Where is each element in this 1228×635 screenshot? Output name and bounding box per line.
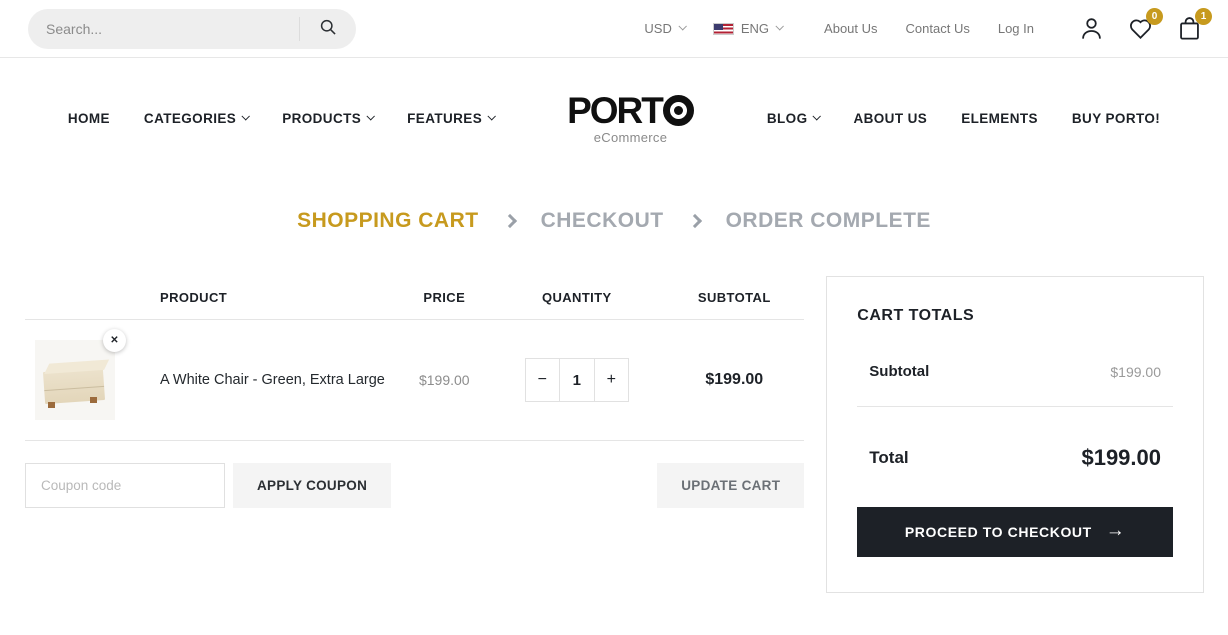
account-button[interactable] — [1078, 15, 1105, 42]
subtotal-label: Subtotal — [869, 363, 929, 380]
chevron-right-icon — [503, 214, 517, 228]
nav-item-elements[interactable]: ELEMENTS — [961, 111, 1038, 126]
update-cart-button[interactable]: UPDATE CART — [657, 463, 804, 508]
cart-table: PRODUCT PRICE QUANTITY SUBTOTAL ✕ A Whit… — [25, 276, 804, 508]
checkout-button-label: PROCEED TO CHECKOUT — [905, 524, 1092, 540]
step-order-complete[interactable]: ORDER COMPLETE — [726, 209, 931, 233]
chevron-down-icon — [488, 112, 496, 120]
contact-us-link[interactable]: Contact Us — [906, 21, 970, 36]
language-label: ENG — [741, 21, 769, 36]
main-header: HOME CATEGORIES PRODUCTS FEATURES PORT e… — [0, 58, 1228, 178]
chevron-down-icon — [776, 22, 784, 30]
search-input[interactable] — [28, 21, 299, 37]
language-selector[interactable]: ENG — [713, 21, 782, 36]
close-icon: ✕ — [110, 336, 118, 346]
nav-item-categories[interactable]: CATEGORIES — [144, 111, 248, 126]
chevron-down-icon — [813, 112, 821, 120]
total-row: Total $199.00 — [857, 445, 1173, 471]
cart-totals-title: CART TOTALS — [857, 307, 1173, 325]
total-value: $199.00 — [1081, 445, 1161, 471]
apply-coupon-button[interactable]: APPLY COUPON — [233, 463, 391, 508]
chevron-right-icon — [688, 214, 702, 228]
topbar-right: USD ENG About Us Contact Us Log In — [616, 15, 1203, 42]
subtotal-row: Subtotal $199.00 — [857, 363, 1173, 380]
search-bar[interactable] — [28, 9, 356, 49]
search-button[interactable] — [300, 9, 356, 49]
nav-item-features[interactable]: FEATURES — [407, 111, 494, 126]
checkout-steps: SHOPPING CART CHECKOUT ORDER COMPLETE — [0, 206, 1228, 236]
cart-totals-panel: CART TOTALS Subtotal $199.00 Total $199.… — [826, 276, 1204, 593]
coupon-row: APPLY COUPON UPDATE CART — [25, 463, 804, 508]
about-us-link[interactable]: About Us — [824, 21, 877, 36]
search-icon — [318, 17, 338, 40]
nav-item-buy-porto[interactable]: BUY PORTO! — [1072, 111, 1160, 126]
cart-item-row: ✕ A White Chair - Green, Extra Large $19… — [25, 320, 804, 441]
us-flag-icon — [713, 23, 734, 35]
logo-o-icon — [663, 95, 694, 126]
quantity-decrease-button[interactable]: − — [526, 359, 559, 401]
nav-item-products[interactable]: PRODUCTS — [282, 111, 373, 126]
header-price: PRICE — [423, 290, 465, 305]
proceed-to-checkout-button[interactable]: PROCEED TO CHECKOUT → — [857, 507, 1173, 557]
logo-subtitle: eCommerce — [567, 130, 694, 145]
nav-item-blog[interactable]: BLOG — [767, 111, 820, 126]
wishlist-button[interactable]: 0 — [1127, 15, 1154, 42]
divider — [857, 406, 1173, 407]
cart-count-badge: 1 — [1195, 8, 1212, 25]
user-icon — [1078, 15, 1105, 42]
nav-left: HOME CATEGORIES PRODUCTS FEATURES — [51, 111, 511, 126]
login-link[interactable]: Log In — [998, 21, 1034, 36]
arrow-right-icon: → — [1106, 520, 1126, 542]
main-content: PRODUCT PRICE QUANTITY SUBTOTAL ✕ A Whit… — [0, 276, 1228, 593]
product-name-link[interactable]: A White Chair - Green, Extra Large — [160, 372, 399, 388]
header-product: PRODUCT — [160, 290, 399, 305]
chevron-down-icon — [367, 112, 375, 120]
step-shopping-cart[interactable]: SHOPPING CART — [297, 209, 479, 233]
remove-item-button[interactable]: ✕ — [103, 329, 126, 352]
chevron-down-icon — [678, 22, 686, 30]
cart-table-header: PRODUCT PRICE QUANTITY SUBTOTAL — [25, 276, 804, 320]
chevron-down-icon — [242, 112, 250, 120]
nav-item-home[interactable]: HOME — [68, 111, 110, 126]
product-subtotal: $199.00 — [705, 371, 763, 389]
nav-item-about-us[interactable]: ABOUT US — [853, 111, 927, 126]
wishlist-count-badge: 0 — [1146, 8, 1163, 25]
logo-text: PORT — [567, 92, 662, 129]
porto-logo[interactable]: PORT eCommerce — [567, 92, 694, 145]
currency-label: USD — [644, 21, 671, 36]
header-subtotal: SUBTOTAL — [698, 290, 771, 305]
quantity-stepper: − + — [525, 358, 629, 402]
product-image[interactable]: ✕ — [35, 340, 115, 420]
nav-right: BLOG ABOUT US ELEMENTS BUY PORTO! — [750, 111, 1177, 126]
step-checkout[interactable]: CHECKOUT — [541, 209, 664, 233]
currency-selector[interactable]: USD — [644, 21, 684, 36]
header-quantity: QUANTITY — [542, 290, 612, 305]
subtotal-value: $199.00 — [1110, 364, 1161, 380]
product-price: $199.00 — [419, 372, 470, 388]
topbar: USD ENG About Us Contact Us Log In — [0, 0, 1228, 58]
quantity-increase-button[interactable]: + — [595, 359, 628, 401]
coupon-code-input[interactable] — [25, 463, 225, 508]
quantity-input[interactable] — [559, 359, 595, 401]
total-label: Total — [869, 448, 908, 468]
cart-button[interactable]: 1 — [1176, 15, 1203, 42]
